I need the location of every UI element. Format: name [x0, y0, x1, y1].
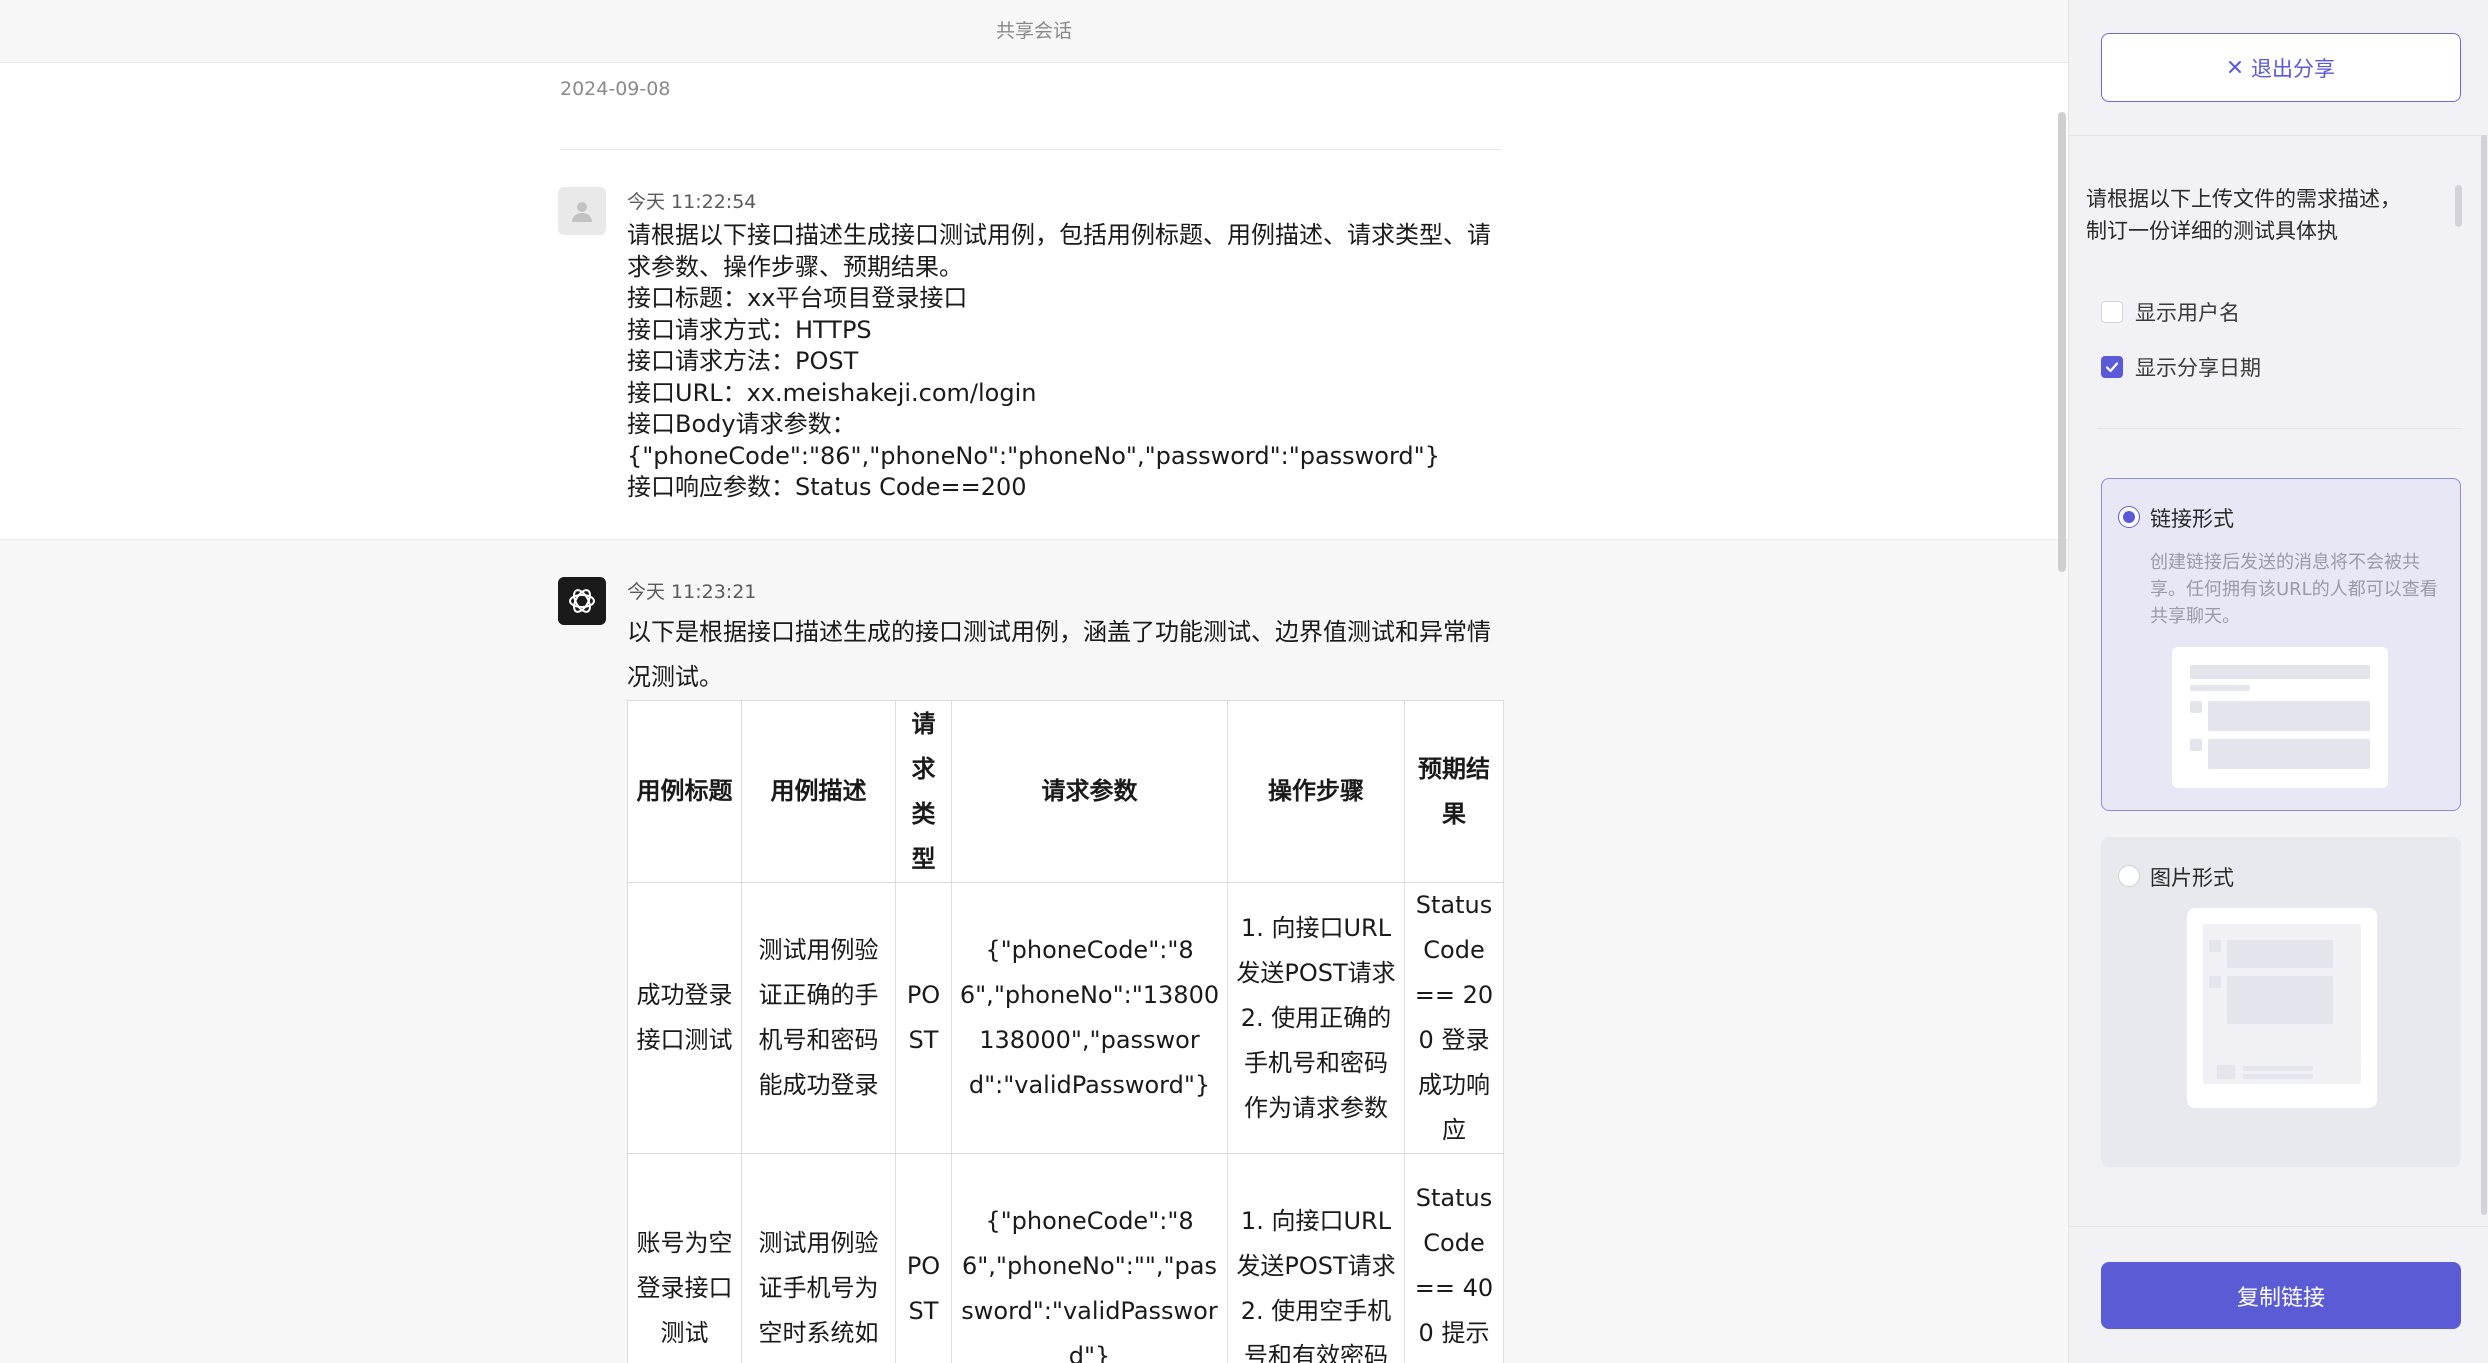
table-cell: POST: [895, 1153, 952, 1363]
table-cell: 1. 向接口URL发送POST请求 2. 使用正确的手机号和密码作为请求参数: [1227, 882, 1405, 1154]
page-title: 共享会话: [0, 0, 2068, 63]
user-message-line: 接口URL：xx.meishakeji.com/login: [627, 378, 1037, 407]
table-cell: Status Code == 200 登录成功响应: [1404, 882, 1504, 1154]
table-row: 账号为空登录接口测试 测试用例验证手机号为空时系统如 POST {"phoneC…: [627, 1153, 1504, 1363]
chat-scrollbar[interactable]: [2058, 112, 2066, 572]
user-message-line: 接口请求方法：POST: [627, 347, 859, 375]
link-format-label: 链接形式: [2150, 507, 2234, 531]
chat-area: 共享会话 2024-09-08 今天 11:22:54 请根据以下接口描述生成接…: [0, 0, 2068, 1363]
table-row: 成功登录接口测试 测试用例验证正确的手机号和密码能成功登录 POST {"pho…: [627, 882, 1504, 1154]
show-date-label: 显示分享日期: [2135, 356, 2261, 380]
table-cell: POST: [895, 882, 952, 1154]
link-preview-illustration: [2172, 647, 2388, 788]
user-message-line: 接口请求方式：HTTPS: [627, 315, 872, 344]
table-cell: {"phoneCode":"86","phoneNo":"13800138000…: [951, 882, 1228, 1154]
panel-scrollbar[interactable]: [2481, 135, 2487, 1215]
date-divider: [560, 149, 1501, 150]
exit-share-button[interactable]: 退出分享: [2101, 33, 2461, 102]
copy-link-button[interactable]: 复制链接: [2101, 1262, 2461, 1329]
table-cell: 成功登录接口测试: [627, 882, 742, 1154]
image-format-option[interactable]: 图片形式: [2101, 837, 2461, 1167]
table-header-cell: 请求参数: [951, 700, 1228, 883]
table-header-cell: 操作步骤: [1227, 700, 1405, 883]
user-avatar-icon: [558, 187, 606, 235]
user-message-line: 求参数、操作步骤、预期结果。: [627, 252, 963, 281]
table-cell: 账号为空登录接口测试: [627, 1153, 742, 1363]
image-format-label: 图片形式: [2150, 866, 2234, 890]
check-icon: [2105, 362, 2119, 373]
show-username-label: 显示用户名: [2135, 301, 2240, 325]
test-case-table: 用例标题 用例描述 请求类型 请求参数 操作步骤 预期结果 成功登录接口测试 测…: [627, 700, 1504, 1363]
link-format-description: 创建链接后发送的消息将不会被共享。任何拥有该URL的人都可以查看共享聊天。: [2150, 552, 2438, 627]
show-date-option[interactable]: 显示分享日期: [2101, 352, 2261, 382]
image-preview-illustration: [2187, 908, 2377, 1108]
user-message-timestamp: 今天 11:22:54: [627, 191, 757, 213]
table-cell: 1. 向接口URL发送POST请求 2. 使用空手机号和有效密码: [1227, 1153, 1405, 1363]
user-message-text: 请根据以下接口描述生成接口测试用例，包括用例标题、用例描述、请求类型、请 求参数…: [627, 220, 1497, 504]
panel-divider: [2069, 135, 2488, 136]
table-cell: 测试用例验证手机号为空时系统如: [741, 1153, 896, 1363]
bot-message-timestamp: 今天 11:23:21: [627, 581, 757, 603]
user-message-line: {"phoneCode":"86","phoneNo":"phoneNo","p…: [627, 441, 1440, 470]
show-username-option[interactable]: 显示用户名: [2101, 297, 2240, 327]
link-format-option[interactable]: 链接形式 创建链接后发送的消息将不会被共享。任何拥有该URL的人都可以查看共享聊…: [2101, 478, 2461, 811]
user-message-block: 2024-09-08 今天 11:22:54 请根据以下接口描述生成接口测试用例…: [0, 63, 2068, 540]
share-panel: 退出分享 请根据以下上传文件的需求描述，制订一份详细的测试具体执 显示用户名 显…: [2068, 0, 2488, 1363]
show-username-checkbox[interactable]: [2101, 301, 2123, 323]
panel-divider: [2069, 1226, 2488, 1227]
table-header-cell: 请求类型: [895, 700, 952, 883]
close-icon: [2227, 56, 2243, 80]
table-cell: {"phoneCode":"86","phoneNo":"","password…: [951, 1153, 1228, 1363]
user-message-line: 接口标题：xx平台项目登录接口: [627, 284, 968, 312]
table-header-cell: 用例标题: [627, 700, 742, 883]
conversation-preview: 请根据以下上传文件的需求描述，制订一份详细的测试具体执: [2086, 187, 2401, 243]
share-date: 2024-09-08: [560, 78, 671, 100]
user-message-line: 请根据以下接口描述生成接口测试用例，包括用例标题、用例描述、请求类型、请: [627, 221, 1491, 249]
show-date-checkbox[interactable]: [2101, 356, 2123, 378]
link-format-radio[interactable]: [2118, 506, 2140, 528]
panel-divider: [2097, 428, 2462, 429]
exit-share-label: 退出分享: [2251, 56, 2335, 81]
table-cell: 测试用例验证正确的手机号和密码能成功登录: [741, 882, 896, 1154]
table-cell: Status Code == 400 提示手: [1404, 1153, 1504, 1363]
openai-logo-icon: [558, 577, 606, 625]
table-header-row: 用例标题 用例描述 请求类型 请求参数 操作步骤 预期结果: [627, 700, 1504, 883]
image-format-radio[interactable]: [2118, 865, 2140, 887]
user-message-line: 接口Body请求参数：: [627, 410, 856, 438]
user-message-line: 接口响应参数：Status Code==200: [627, 473, 1027, 501]
preview-scrollbar[interactable]: [2455, 185, 2462, 227]
table-header-cell: 预期结果: [1404, 700, 1504, 883]
bot-message-intro: 以下是根据接口描述生成的接口测试用例，涵盖了功能测试、边界值测试和异常情况测试。: [627, 618, 1491, 691]
table-header-cell: 用例描述: [741, 700, 896, 883]
